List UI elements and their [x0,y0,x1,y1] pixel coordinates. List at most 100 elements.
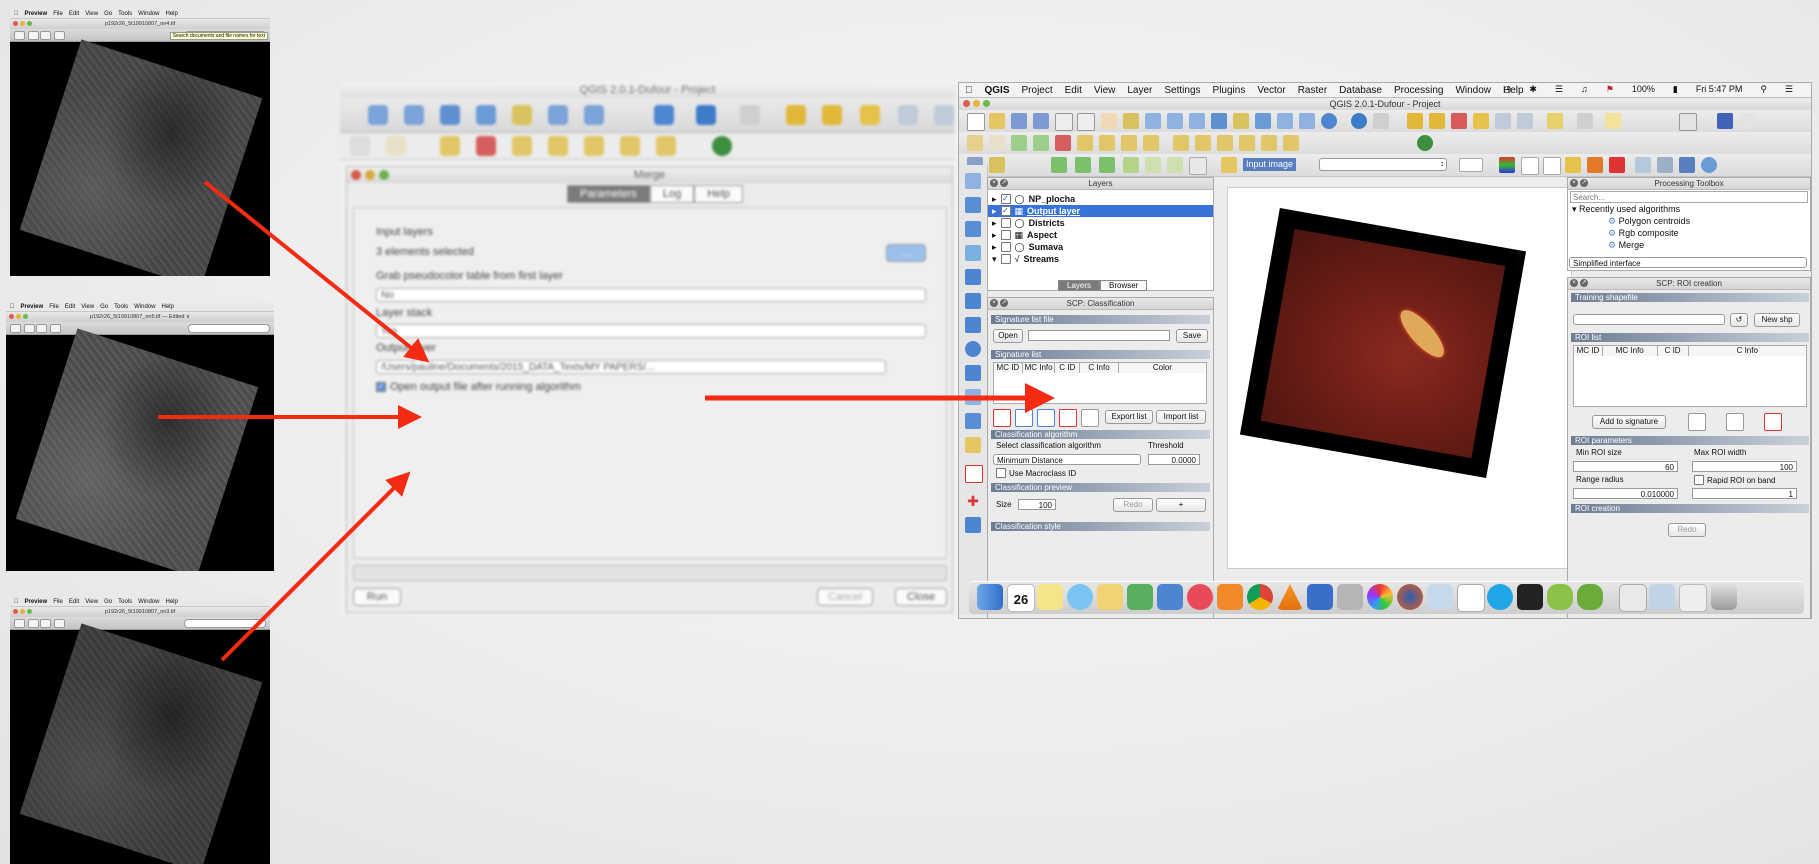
menu-project[interactable]: Project [1022,85,1053,96]
calc-signature-icon[interactable] [1037,409,1055,427]
deselect-icon[interactable] [1451,113,1467,129]
notification-icon[interactable]: ☰ [1785,84,1793,95]
float-panel-icon[interactable]: ↗ [1580,279,1588,287]
col-c-info[interactable]: C Info [1689,346,1806,356]
input-image-select[interactable]: ↕ [1319,158,1447,171]
digitize-icon[interactable] [440,136,460,156]
delete-icon[interactable] [548,136,568,156]
layer-stack-select[interactable]: Yes [376,324,926,338]
col-mc-id[interactable]: MC ID [994,363,1023,373]
algorithm-select[interactable]: Minimum Distance [993,454,1141,465]
close-panel-icon[interactable]: × [990,299,998,307]
menu-processing[interactable]: Processing [1394,85,1443,96]
output-layer-field[interactable]: /Users/pauline/Documents/2015_DATA_Texts… [376,360,886,374]
text-annotation-icon[interactable] [1679,113,1697,131]
qgis-browser-icon[interactable] [1577,584,1603,610]
pin-label-icon[interactable] [1195,135,1211,151]
menu-view[interactable]: View [85,599,98,605]
attribute-table-icon[interactable] [1495,113,1511,129]
browse-button[interactable]: ... [886,244,926,262]
share-button[interactable] [54,619,65,628]
menu-settings[interactable]: Settings [1164,85,1200,96]
rgb-icon[interactable] [1499,157,1515,173]
expand-icon[interactable]: ▸ [992,217,997,229]
close-icon[interactable] [13,21,18,26]
skype-icon[interactable] [1487,584,1513,610]
battery-icon[interactable]: ▮ [1673,84,1678,95]
move-icon[interactable] [512,136,532,156]
picasa-icon[interactable] [1367,584,1393,610]
menu-go[interactable]: Go [100,304,108,310]
ibooks-icon[interactable] [1217,584,1243,610]
export-list-button[interactable]: Export list [1105,410,1153,424]
signature-table-body[interactable] [993,373,1207,404]
keynote-icon[interactable] [1157,584,1183,610]
mail-icon[interactable] [1619,584,1647,612]
trash-icon[interactable] [1711,584,1737,610]
plot-icon[interactable] [1521,157,1539,175]
chrome-icon[interactable] [1247,584,1273,610]
zoom-in-button[interactable] [40,31,51,40]
close-icon[interactable] [9,314,14,319]
zoom-icon[interactable] [23,314,28,319]
expand-icon[interactable]: ▸ [992,193,997,205]
finder-icon[interactable] [977,584,1003,610]
zoom-icon[interactable] [983,100,990,107]
checkbox-icon[interactable] [996,468,1006,478]
menu-plugins[interactable]: Plugins [1213,85,1246,96]
edit-icon[interactable] [350,136,370,156]
minimize-icon[interactable] [20,21,25,26]
paste-icon[interactable] [656,136,676,156]
toolbox-search-input[interactable] [1570,191,1808,203]
add-to-signature-button[interactable]: Add to signature [1592,415,1666,429]
clock[interactable]: Fri 5:47 PM [1696,84,1743,95]
crosshair-icon[interactable]: ✚ [965,493,981,509]
collapse-icon[interactable]: ▾ [992,253,997,265]
rapid-roi-checkbox[interactable]: Rapid ROI on band [1694,475,1776,485]
zoom-out-button[interactable] [24,324,35,333]
share-button[interactable] [54,31,65,40]
new-shp-button[interactable]: New shp [1754,313,1800,327]
add-vector-layer-icon[interactable] [965,173,981,189]
preview-app-icon[interactable] [1427,584,1453,610]
add-mssql-layer-icon[interactable] [965,269,981,285]
roi-redo-button[interactable]: Redo [1668,523,1706,537]
add-postgis-icon[interactable] [1099,157,1115,173]
zoom-icon[interactable] [27,21,32,26]
zoom-last-icon[interactable] [548,105,568,125]
menu-edit[interactable]: Edit [69,599,79,605]
menu-database[interactable]: Database [1339,85,1382,96]
col-c-info[interactable]: C Info [1080,363,1119,373]
textedit-icon[interactable] [1097,584,1123,610]
cut-icon[interactable] [584,136,604,156]
add-feature-icon[interactable] [1011,135,1027,151]
zoom-native-icon[interactable] [1189,113,1205,129]
zoom-in-icon[interactable] [368,105,388,125]
tools-icon[interactable] [1635,157,1651,173]
plot-signature-icon[interactable] [1081,409,1099,427]
tab-help[interactable]: Help [694,185,743,203]
merge-signature-icon[interactable] [1015,409,1033,427]
terminal-icon[interactable] [1517,584,1543,610]
settings-icon[interactable] [1657,157,1673,173]
add-virtual-layer-icon[interactable] [965,413,981,429]
attribute-table-icon[interactable] [898,105,918,125]
col-mc-info[interactable]: MC Info [1603,346,1658,356]
zoom-last-icon[interactable] [1277,113,1293,129]
openlayers-icon[interactable] [1417,135,1433,151]
menu-tools[interactable]: Tools [118,11,132,17]
refresh-image-icon[interactable] [1459,158,1483,172]
menu-edit[interactable]: Edit [1065,85,1082,96]
select-features-icon[interactable] [1407,113,1423,129]
menu-view[interactable]: View [1094,85,1116,96]
menu-tools[interactable]: Tools [114,304,128,310]
zoom-out-button[interactable] [28,619,39,628]
composer-manager-icon[interactable] [1077,113,1095,131]
close-panel-icon[interactable]: × [1570,179,1578,187]
apple-icon[interactable]:  [14,11,19,17]
messages-icon[interactable] [1067,584,1093,610]
vlc-icon[interactable] [1277,584,1303,610]
identify-icon[interactable] [1351,113,1367,129]
zoom-selection-icon[interactable] [1233,113,1249,129]
new-shapefile-icon[interactable] [965,465,983,483]
